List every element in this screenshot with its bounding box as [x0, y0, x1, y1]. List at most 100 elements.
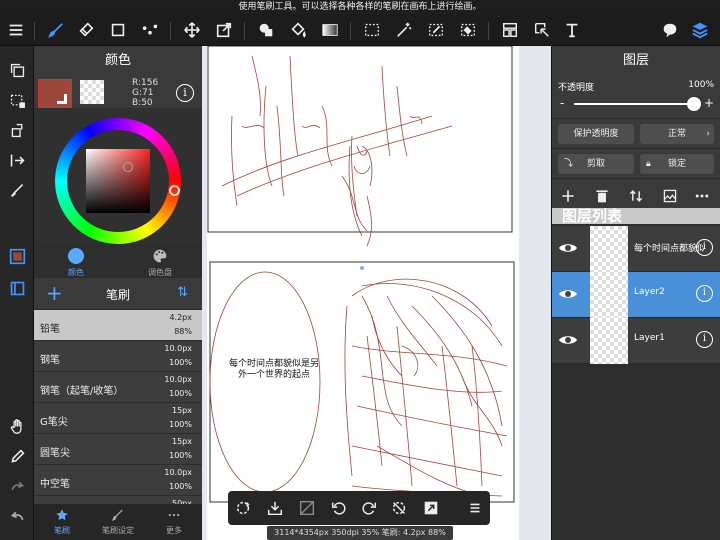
canvas-menu-icon[interactable]: [464, 497, 486, 519]
clip-lock-row: ⤵ 剪取 🔒︎ 锁定: [552, 148, 720, 178]
tab-color[interactable]: 颜色: [34, 246, 118, 278]
eye-icon[interactable]: [558, 330, 578, 350]
transparent-color-swatch[interactable]: [80, 80, 104, 104]
reset-rotation-icon[interactable]: [388, 497, 410, 519]
reorder-icon[interactable]: [626, 186, 646, 206]
lock-button[interactable]: 🔒︎ 锁定: [640, 154, 714, 174]
layer-thumbnail: [590, 272, 628, 318]
saturation-value-square[interactable]: [86, 149, 150, 213]
layer-info-icon[interactable]: i: [696, 239, 713, 256]
clip-button[interactable]: ⤵ 剪取: [558, 154, 634, 174]
hue-knob[interactable]: [169, 185, 180, 196]
main-color-swatch[interactable]: [38, 79, 72, 109]
tab-more-label: 更多: [166, 526, 182, 535]
magic-wand-icon[interactable]: [392, 18, 416, 42]
deselect-icon[interactable]: [296, 497, 318, 519]
hue-wheel[interactable]: [55, 118, 181, 244]
brush-list-item[interactable]: 50px: [34, 496, 202, 504]
eraser-tool-icon[interactable]: [74, 18, 98, 42]
undo-icon[interactable]: [5, 504, 29, 528]
pen-icon[interactable]: [5, 178, 29, 202]
bucket-tool-icon[interactable]: [286, 18, 310, 42]
copy-layer-icon[interactable]: [5, 58, 29, 82]
layer-panel-title: 图层: [552, 46, 720, 76]
select-rect-icon[interactable]: [360, 18, 384, 42]
main-toolbar: [0, 14, 720, 46]
comment-icon[interactable]: [658, 18, 682, 42]
brush-name: 钢笔: [40, 355, 60, 366]
rotate-icon[interactable]: [5, 118, 29, 142]
eye-icon[interactable]: [558, 238, 578, 258]
layer-row[interactable]: Layer2 i: [552, 272, 720, 318]
tab-brush-settings[interactable]: 笔刷设定: [90, 508, 146, 536]
layer-info-icon[interactable]: i: [696, 331, 713, 348]
brush-opacity: 88%: [174, 327, 192, 336]
color-swatch-icon[interactable]: [5, 244, 29, 268]
layer-info-icon[interactable]: i: [696, 285, 713, 302]
lasso-fill-icon[interactable]: [232, 497, 254, 519]
toolbar-divider: [244, 22, 245, 40]
opacity-slider[interactable]: [574, 103, 694, 105]
fill-shape-icon[interactable]: [254, 18, 278, 42]
shape-tool-icon[interactable]: [106, 18, 130, 42]
move-tool-icon[interactable]: [180, 18, 204, 42]
flip-icon[interactable]: [5, 148, 29, 172]
brush-list-item[interactable]: 钢笔（起笔/收笔） 10.0px 100%: [34, 372, 202, 403]
brush-list-item[interactable]: 铅笔 4.2px 88%: [34, 310, 202, 341]
sketch-drawing: [207, 46, 515, 503]
sort-icon[interactable]: ⇅: [177, 285, 188, 300]
text-tool-icon[interactable]: [560, 18, 584, 42]
layer-image-icon[interactable]: [660, 186, 680, 206]
sv-knob[interactable]: [123, 162, 133, 172]
more-options-icon[interactable]: [692, 186, 712, 206]
import-icon[interactable]: [264, 497, 286, 519]
redo-icon[interactable]: [5, 474, 29, 498]
color-info-icon[interactable]: i: [176, 84, 194, 102]
opacity-plus-button[interactable]: +: [704, 96, 714, 110]
opacity-minus-button[interactable]: -: [560, 96, 564, 110]
brush-list-item[interactable]: 中空笔 10.0px 100%: [34, 465, 202, 496]
toolbar-divider: [170, 22, 171, 40]
dots-tool-icon[interactable]: [138, 18, 162, 42]
layer-row[interactable]: Layer1 i: [552, 318, 720, 364]
eyedropper-icon[interactable]: [5, 444, 29, 468]
opacity-slider-knob[interactable]: [687, 97, 701, 111]
brush-list-item[interactable]: 圆笔尖 15px 100%: [34, 434, 202, 465]
layer-row[interactable]: 每个时间点都貌似是i: [552, 226, 720, 272]
add-layer-icon[interactable]: [558, 186, 578, 206]
brush-panel-header: + 笔刷 ⇅: [34, 278, 202, 310]
rotate-left-icon[interactable]: [328, 497, 350, 519]
brush-list-item[interactable]: 钢笔 10.0px 100%: [34, 341, 202, 372]
layers-toggle-icon[interactable]: [688, 18, 712, 42]
layer-name: Layer1: [634, 333, 665, 343]
gradient-tool-icon[interactable]: [318, 18, 342, 42]
rgb-g: G:71: [132, 88, 154, 98]
hint-bar: 使用笔刷工具。可以选择各种各样的笔刷在画布上进行绘画。: [0, 0, 720, 14]
select-eraser-icon[interactable]: [456, 18, 480, 42]
select-arrow-icon[interactable]: [530, 18, 554, 42]
rotate-right-icon[interactable]: [358, 497, 380, 519]
trash-icon[interactable]: [592, 186, 612, 206]
transform-tool-icon[interactable]: [212, 18, 236, 42]
tab-palette[interactable]: 调色盘: [118, 246, 202, 278]
snap-icon[interactable]: [420, 497, 442, 519]
eye-icon[interactable]: [558, 284, 578, 304]
selection-icon[interactable]: [5, 88, 29, 112]
panel-layout-icon[interactable]: [498, 18, 522, 42]
protect-alpha-button[interactable]: 保护透明度: [558, 124, 634, 144]
canvas-area[interactable]: 每个时间点都貌似是另外一个世界的起点: [202, 46, 551, 540]
select-pen-icon[interactable]: [424, 18, 448, 42]
brush-tool-icon[interactable]: [44, 18, 68, 42]
menu-icon[interactable]: [4, 18, 28, 42]
tab-more[interactable]: 更多: [146, 508, 202, 536]
tab-brush-label: 笔刷: [54, 526, 70, 535]
tab-brush[interactable]: 笔刷: [34, 508, 90, 536]
blend-mode-button[interactable]: 正常 ›: [640, 124, 714, 144]
brush-opacity: 100%: [169, 389, 192, 398]
layer-panel: 图层 不透明度 100% - + 保护透明度 正常 › ⤵ 剪取 🔒︎ 锁定 图…: [551, 46, 720, 540]
color-tab-icon: [68, 248, 84, 264]
canvas-status: 3114*4354px 350dpi 35% 笔刷: 4.2px 88%: [267, 526, 453, 540]
brush-list-item[interactable]: G笔尖 15px 100%: [34, 403, 202, 434]
panel-toggle-icon[interactable]: [5, 276, 29, 300]
hand-tool-icon[interactable]: [5, 414, 29, 438]
